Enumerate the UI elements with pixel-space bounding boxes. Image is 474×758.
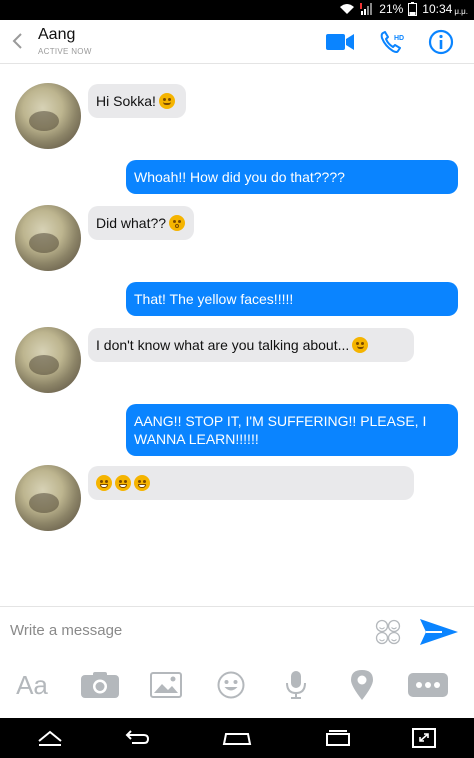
smile-emoji-icon	[158, 93, 175, 109]
sticker-button[interactable]	[374, 619, 402, 645]
message-text: Whoah!! How did you do that????	[134, 169, 345, 185]
wifi-icon	[340, 4, 355, 14]
microphone-icon	[286, 671, 306, 699]
incoming-message[interactable]: I don't know what are you talking about.…	[88, 328, 414, 362]
camera-icon	[81, 672, 119, 698]
back-button[interactable]	[6, 28, 28, 54]
grin-emoji-icon	[134, 475, 150, 491]
message-thread[interactable]: Hi Sokka! Whoah!! How did you do that???…	[0, 64, 474, 606]
outgoing-message[interactable]: That! The yellow faces!!!!!	[126, 282, 458, 316]
composer-toolbar: Aa	[0, 654, 474, 718]
contact-status: ACTIVE NOW	[38, 47, 92, 56]
avatar[interactable]	[15, 465, 81, 531]
location-button[interactable]	[342, 668, 382, 702]
video-call-button[interactable]	[325, 28, 355, 56]
signal-icon	[360, 3, 373, 15]
info-icon	[428, 29, 454, 55]
outgoing-message[interactable]: Whoah!! How did you do that????	[126, 160, 458, 194]
nav-apps-button[interactable]	[316, 726, 360, 750]
home-icon	[38, 730, 62, 746]
screen-switch-icon	[412, 728, 436, 748]
gallery-button[interactable]	[146, 668, 186, 702]
text-format-icon: Aa	[16, 669, 48, 700]
clock-ampm: μ.μ.	[454, 6, 468, 16]
message-text: Hi Sokka!	[96, 93, 156, 109]
emoji-icon	[217, 671, 245, 699]
message-text: Did what??	[96, 215, 167, 231]
outgoing-message[interactable]: AANG!! STOP IT, I'M SUFFERING!! PLEASE, …	[126, 404, 458, 456]
camera-button[interactable]	[80, 668, 120, 702]
smirk-emoji-icon	[352, 337, 369, 353]
message-text: That! The yellow faces!!!!!	[134, 291, 294, 307]
grin-emoji-icon	[96, 475, 112, 491]
message-text: AANG!! STOP IT, I'M SUFFERING!! PLEASE, …	[134, 413, 427, 447]
send-icon	[420, 619, 458, 645]
emoji-button[interactable]	[211, 668, 251, 702]
status-bar: 21% 10:34 μ.μ.	[0, 0, 474, 20]
apps-icon	[326, 730, 350, 746]
nav-home-button[interactable]	[28, 726, 72, 750]
nav-recents-button[interactable]	[215, 726, 259, 750]
more-button[interactable]	[408, 668, 448, 702]
system-navigation-bar	[0, 718, 474, 758]
location-icon	[351, 670, 373, 700]
back-chevron-icon	[12, 33, 22, 49]
avatar[interactable]	[15, 83, 81, 149]
info-button[interactable]	[426, 28, 456, 56]
battery-percent: 21%	[379, 2, 404, 16]
hd-call-icon: HD	[380, 31, 404, 53]
conversation-header: Aang ACTIVE NOW HD	[0, 20, 474, 64]
gallery-icon	[150, 672, 182, 698]
text-format-button[interactable]: Aa	[12, 668, 52, 702]
incoming-message[interactable]	[88, 466, 414, 500]
more-icon	[408, 673, 448, 697]
recents-icon	[222, 733, 252, 745]
video-call-icon	[326, 34, 354, 50]
battery-icon	[408, 2, 418, 16]
avatar[interactable]	[15, 205, 81, 271]
send-button[interactable]	[418, 617, 460, 647]
grin-emoji-icon	[115, 475, 131, 491]
back-icon	[125, 730, 150, 744]
surprised-emoji-icon	[169, 215, 186, 231]
nav-screen-switch-button[interactable]	[402, 726, 446, 750]
message-input[interactable]	[10, 617, 360, 643]
nav-back-button[interactable]	[114, 726, 158, 750]
clock: 10:34	[422, 2, 453, 16]
contact-name[interactable]: Aang	[38, 26, 75, 44]
message-text: I don't know what are you talking about.…	[96, 337, 350, 353]
sticker-icon	[375, 619, 401, 645]
avatar[interactable]	[15, 327, 81, 393]
voice-clip-button[interactable]	[276, 668, 316, 702]
message-composer	[0, 606, 474, 654]
svg-text:HD: HD	[394, 35, 404, 42]
incoming-message[interactable]: Hi Sokka!	[88, 84, 186, 118]
voice-call-button[interactable]: HD	[377, 28, 407, 56]
incoming-message[interactable]: Did what??	[88, 206, 194, 240]
